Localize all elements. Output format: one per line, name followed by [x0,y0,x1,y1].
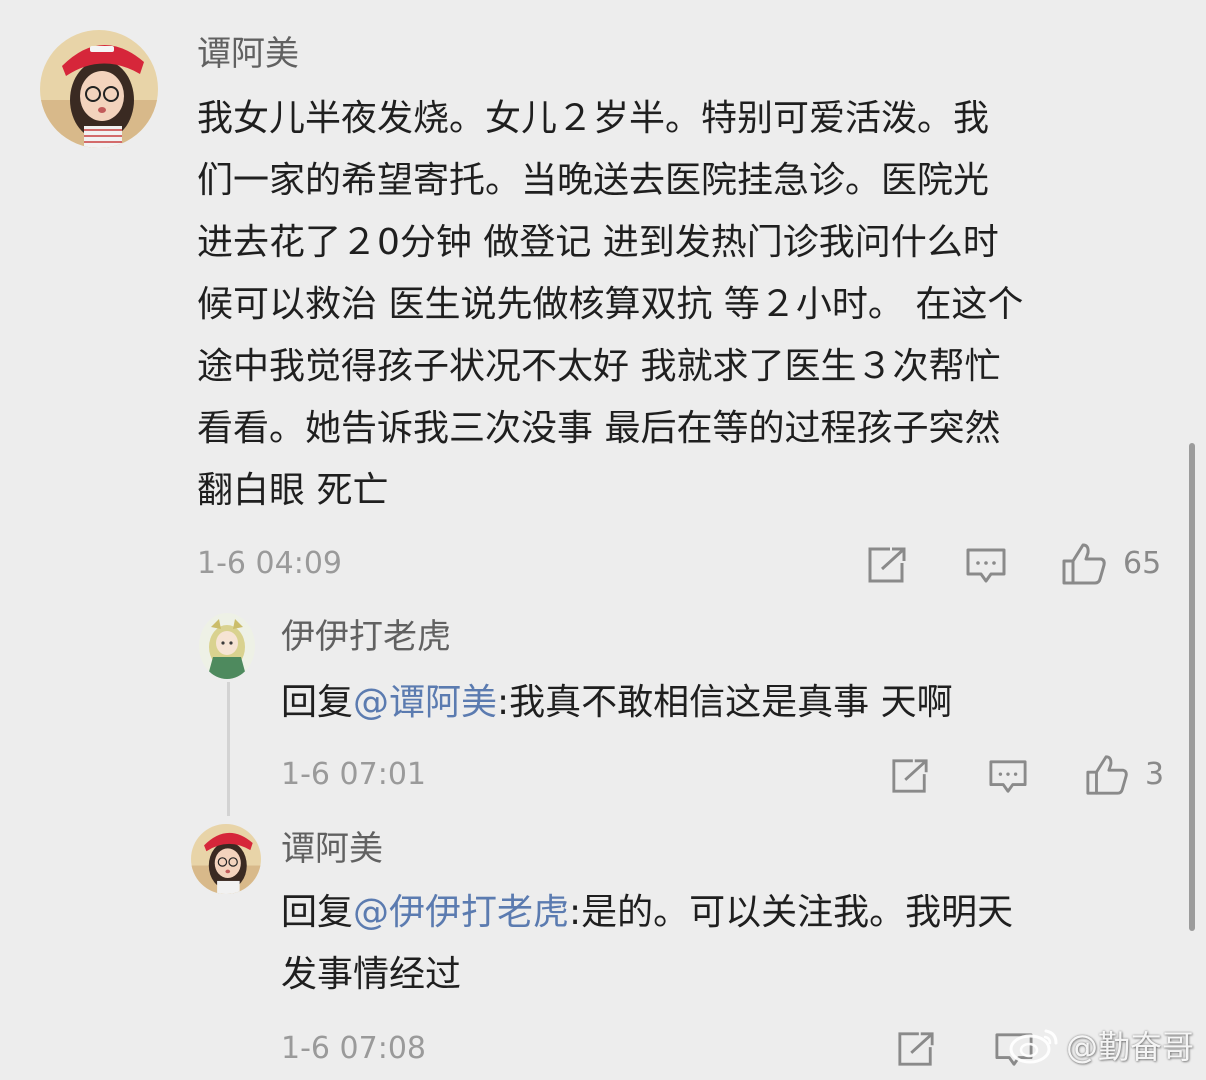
reply-line: 回复@谭阿美:我真不敢相信这是真事 天啊 [281,672,953,734]
comment-icon [966,548,1006,583]
reply-avatar[interactable] [199,613,255,679]
thumbs-up-icon [1062,543,1106,585]
comment-line: 我女儿半夜发烧。女儿２岁半。特别可爱活泼。我 [197,98,990,139]
reply-timestamp: 1-6 07:01 [281,757,426,792]
comment-button[interactable] [965,546,1007,586]
reply-username[interactable]: 谭阿美 [281,829,383,869]
mention-link[interactable]: @伊伊打老虎 [353,892,569,933]
share-icon [892,759,928,793]
comment-line: 看看。她告诉我三次没事 最后在等的过程孩子突然 [197,408,1001,449]
scrollbar-thumb[interactable] [1189,443,1195,931]
reply-username[interactable]: 伊伊打老虎 [281,617,451,657]
comment-line: 进去花了２0分钟 做登记 进到发热门诊我问什么时 [197,222,999,263]
commenter-avatar[interactable] [40,30,158,148]
share-button[interactable] [890,757,930,795]
comment-line: 候可以救治 医生说先做核算双抗 等２小时。 在这个 [197,284,1024,325]
like-button[interactable] [1085,753,1129,797]
comment-icon [989,760,1027,793]
reply-content: :是的。可以关注我。我明天 [569,892,1014,933]
share-icon [898,1032,934,1066]
weibo-logo-icon [1009,1029,1058,1064]
watermark: @勤奋哥 [1008,1022,1194,1068]
share-button[interactable] [896,1030,936,1068]
thread-connector-line [227,682,230,816]
like-count: 65 [1123,546,1162,581]
comment-line: 翻白眼 死亡 [197,470,389,511]
reply-text: 回复@伊伊打老虎:是的。可以关注我。我明天 发事情经过 [281,882,1013,1006]
comment-line: 们一家的希望寄托。当晚送去医院挂急诊。医院光 [197,160,990,201]
reply-content: :我真不敢相信这是真事 天啊 [497,682,953,723]
like-count: 3 [1145,757,1165,792]
reply-line: 回复@伊伊打老虎:是的。可以关注我。我明天 [281,882,1013,944]
like-button[interactable] [1061,541,1107,587]
comment-line: 途中我觉得孩子状况不太好 我就求了医生３次帮忙 [197,346,1001,387]
comment-button[interactable] [988,758,1028,796]
share-icon [868,547,906,583]
comment-text: 我女儿半夜发烧。女儿２岁半。特别可爱活泼。我 们一家的希望寄托。当晚送去医院挂急… [197,88,1023,522]
watermark-text: @勤奋哥 [1065,1028,1194,1066]
reply-timestamp: 1-6 07:08 [281,1031,426,1066]
mention-link[interactable]: @谭阿美 [353,682,497,723]
reply-line: 发事情经过 [281,954,462,995]
commenter-username[interactable]: 谭阿美 [197,34,299,74]
comment-timestamp: 1-6 04:09 [197,546,342,581]
share-button[interactable] [866,545,908,585]
reply-avatar[interactable] [191,824,261,894]
thumbs-up-icon [1086,755,1128,795]
reply-prefix: 回复 [281,682,354,723]
reply-prefix: 回复 [281,892,354,933]
reply-text: 回复@谭阿美:我真不敢相信这是真事 天啊 [281,672,953,734]
